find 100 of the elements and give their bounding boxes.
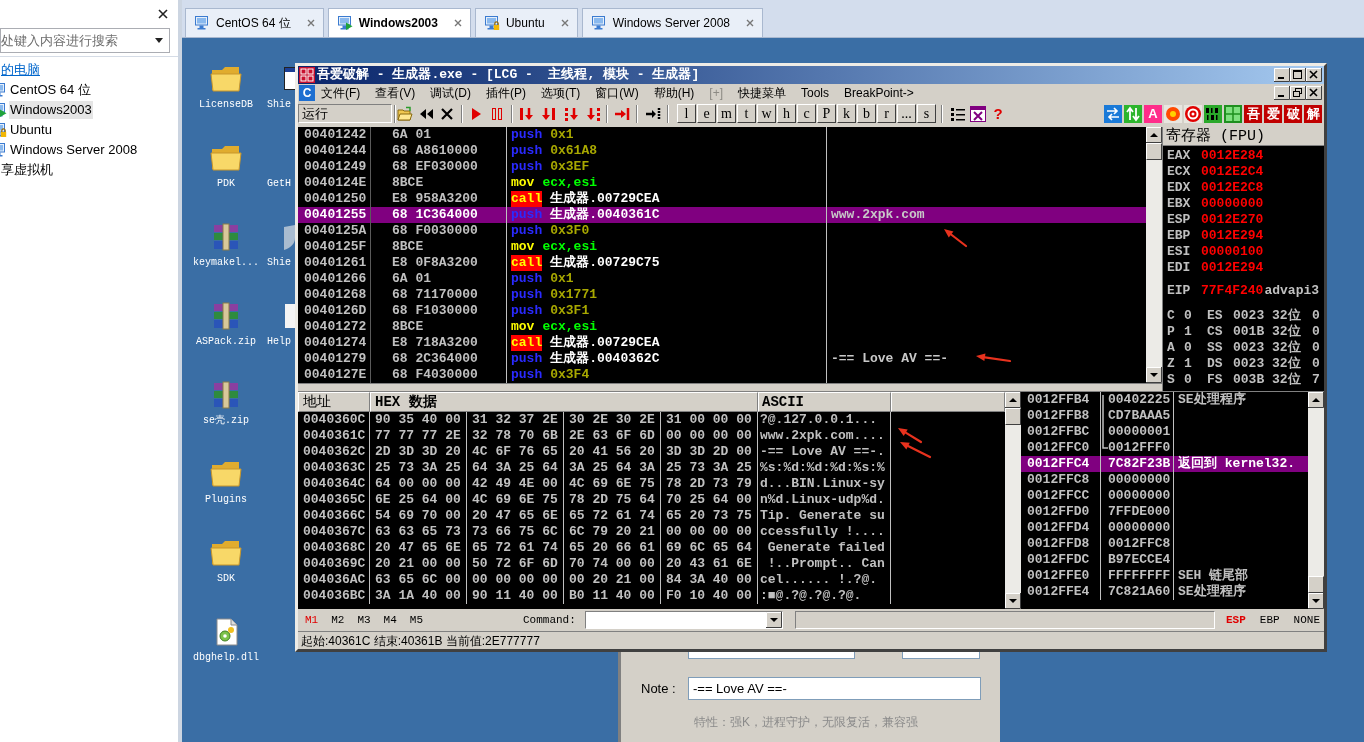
desktop-icon-label[interactable]: Shie [267,257,295,269]
menu-item[interactable]: 文件(F) [321,84,361,102]
folder-icon[interactable] [210,65,242,93]
desktop-icon-label[interactable]: SDK [217,573,235,585]
desktop-icon-label[interactable]: GetH [267,178,295,190]
folder-icon[interactable] [210,144,242,172]
tab[interactable]: Ubuntu [474,8,578,37]
scroll-down-icon[interactable] [1308,593,1324,609]
scroll-down-icon[interactable] [1146,367,1162,383]
close-icon[interactable] [1306,86,1322,100]
stack-row[interactable]: 0012FFD8 0012FFC8 [1021,536,1308,552]
scroll-up-icon[interactable] [1005,392,1021,408]
command-field[interactable] [585,611,783,629]
menu-item[interactable]: 帮助(H) [653,84,695,102]
code-row[interactable]: 0040126D 68 F1030000 push 0x3F1 [298,303,1146,319]
desktop-icon-label[interactable]: LicenseDB [199,99,253,111]
step-arrow-icon[interactable] [540,105,556,122]
toolbar-button[interactable]: e [697,104,716,123]
desktop-icon-label[interactable]: dbghelp.dll [193,652,259,664]
dropdown-caret-icon[interactable] [766,612,782,628]
scrollbar-thumb[interactable] [1005,408,1021,425]
note-field[interactable]: -== Love AV ==- [688,677,981,700]
flag-value[interactable]: 0 [1184,308,1207,324]
open-folder-icon[interactable] [397,105,413,122]
toolbar-button[interactable]: m [717,104,736,123]
stack-row[interactable]: 0012FFC8 00000000 [1021,472,1308,488]
desktop-icon-label[interactable]: ASPack.zip [196,336,256,348]
input-field[interactable] [688,652,855,659]
menu-item[interactable]: Tools [801,84,830,102]
tree-item[interactable]: CentOS 64 位 [9,81,92,99]
restore-icon[interactable] [1290,86,1306,100]
toolbar-button[interactable]: k [837,104,856,123]
memory-tab[interactable]: M5 [409,611,423,629]
desktop-icon-label[interactable]: keymakel... [193,257,259,269]
menu-item[interactable]: 查看(V) [375,84,416,102]
toolbar-button[interactable]: h [777,104,796,123]
step-arrow-icon[interactable] [519,105,535,122]
column-header[interactable]: HEX 数据 [370,392,758,412]
folder-icon[interactable] [210,460,242,488]
menu-item[interactable]: 调试(D) [430,84,471,102]
menu-item[interactable]: BreakPoint-> [844,84,914,102]
register-value[interactable]: 0012E2C4 [1201,164,1264,180]
close-icon[interactable] [1306,68,1322,82]
logo-icon[interactable] [299,67,315,83]
tab[interactable]: CentOS 64 位 [185,8,324,37]
menu-item[interactable]: 插件(P) [486,84,526,102]
memory-tab[interactable]: M2 [331,611,345,629]
tree-item[interactable]: Windows2003 [9,101,93,119]
minimize-icon[interactable] [1274,68,1290,82]
column-header[interactable]: 地址 [298,392,370,412]
scroll-down-icon[interactable] [1005,593,1021,609]
menu-item[interactable]: 选项(T) [541,84,581,102]
code-row[interactable]: 0040125A 68 F0030000 push 0x3F0 [298,223,1146,239]
toolbar-button[interactable]: b [857,104,876,123]
stack-row[interactable]: 0012FFE0 FFFFFFFF SEH 链尾部 [1021,568,1308,584]
flag-value[interactable]: 0 [1184,340,1207,356]
step-arrow-icon[interactable] [585,105,601,122]
register-value[interactable]: 00000000 [1201,196,1264,212]
arrow-to-bar-icon[interactable] [645,105,661,122]
code-row[interactable]: 00401274 E8 718A3200 call 生成器.00729CEA [298,335,1146,351]
stack-row[interactable]: 0012FFE4 7C821A60 SE处理程序 [1021,584,1308,600]
menu-item[interactable]: 快捷菜单 [738,84,786,102]
binary-icon[interactable] [1204,104,1222,123]
toolbar-button[interactable]: 解 [1304,104,1322,123]
flag-value[interactable]: 1 [1184,356,1207,372]
memory-tab[interactable]: M3 [357,611,371,629]
toolbar-button[interactable]: 爱 [1264,104,1282,123]
stack-row[interactable]: 0012FFDC B97ECCE4 [1021,552,1308,568]
register-value[interactable]: 0012E2C8 [1201,180,1264,196]
code-row[interactable]: 00401268 68 71170000 push 0x1771 [298,287,1146,303]
toolbar-button[interactable]: ... [897,104,916,123]
close-icon[interactable] [158,9,168,19]
stack-mode-button[interactable]: NONE [1293,611,1320,629]
toolbar-button[interactable]: r [877,104,896,123]
close-icon[interactable] [439,105,455,122]
stack-row[interactable]: 0012FFB4 00402225 SE处理程序 [1021,392,1308,408]
tab[interactable]: Windows2003 [327,8,471,37]
toolbar-button[interactable]: l [677,104,696,123]
stack-row[interactable]: 0012FFBC 00000001 [1021,424,1308,440]
scrollbar[interactable] [1308,392,1324,609]
column-header[interactable]: ASCII [758,392,891,412]
code-row[interactable]: 00401261 E8 0F8A3200 call 生成器.00729C75 [298,255,1146,271]
code-row[interactable]: 00401279 68 2C364000 push 生成器.0040362C -== Love AV ==- [298,351,1146,367]
stack-row[interactable]: 0012FFCC 00000000 [1021,488,1308,504]
column-header[interactable] [891,392,1005,412]
tree-item[interactable]: 的电脑 [0,61,41,79]
window-grid-icon[interactable] [970,105,986,122]
flag-value[interactable]: 1 [1184,324,1207,340]
toolbar-button[interactable]: t [737,104,756,123]
desktop-icon-label[interactable]: Shie [267,99,295,111]
toolbar-button[interactable]: 破 [1284,104,1302,123]
input-field[interactable] [902,652,980,659]
stack-row[interactable]: 0012FFB8 CD7BAAA5 [1021,408,1308,424]
flag-value[interactable]: 0 [1184,372,1207,388]
dropdown-caret-icon[interactable] [155,38,163,43]
code-row[interactable]: 00401244 68 A8610000 push 0x61A8 [298,143,1146,159]
desktop-icon-label[interactable]: Help [267,336,295,348]
pause-icon[interactable] [489,105,505,122]
register-value[interactable]: 0012E294 [1201,228,1264,244]
tab[interactable]: Windows Server 2008 [581,8,764,37]
